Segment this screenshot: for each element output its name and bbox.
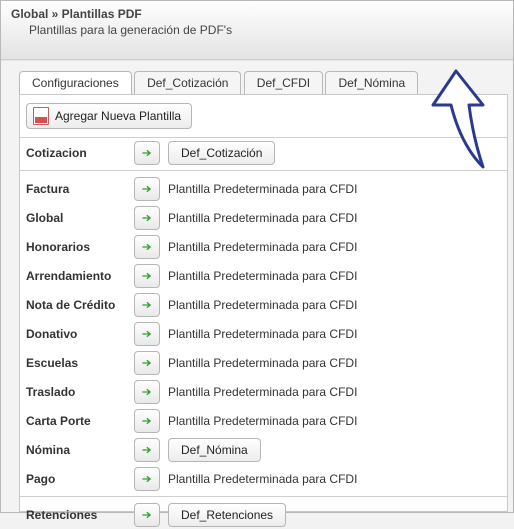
arrow-right-icon <box>140 385 154 399</box>
go-button-retenciones[interactable] <box>134 503 160 527</box>
go-button-pago[interactable] <box>134 467 160 491</box>
go-button-donativo[interactable] <box>134 322 160 346</box>
row-donativo: Donativo Plantilla Predeterminada para C… <box>20 319 507 348</box>
row-label: Cotizacion <box>26 146 126 160</box>
row-cotizacion: Cotizacion Def_Cotización <box>20 138 507 167</box>
row-nota-credito: Nota de Crédito Plantilla Predeterminada… <box>20 290 507 319</box>
template-value: Plantilla Predeterminada para CFDI <box>168 327 357 341</box>
arrow-right-icon <box>140 146 154 160</box>
app-window: Global » Plantillas PDF Plantillas para … <box>0 0 514 513</box>
tab-def-cotizacion[interactable]: Def_Cotización <box>134 71 241 94</box>
arrow-right-icon <box>140 327 154 341</box>
pdf-icon <box>33 107 49 125</box>
tab-configuraciones[interactable]: Configuraciones <box>19 71 132 94</box>
add-template-label: Agregar Nueva Plantilla <box>55 109 181 123</box>
template-value: Plantilla Predeterminada para CFDI <box>168 414 357 428</box>
template-value: Def_Nómina <box>181 443 248 457</box>
row-label: Global <box>26 211 126 225</box>
arrow-right-icon <box>140 298 154 312</box>
row-label: Honorarios <box>26 240 126 254</box>
go-button-cotizacion[interactable] <box>134 141 160 165</box>
arrow-right-icon <box>140 414 154 428</box>
template-value: Def_Cotización <box>181 146 262 160</box>
template-value: Plantilla Predeterminada para CFDI <box>168 298 357 312</box>
row-global: Global Plantilla Predeterminada para CFD… <box>20 203 507 232</box>
go-button-carta-porte[interactable] <box>134 409 160 433</box>
tab-def-cfdi[interactable]: Def_CFDI <box>244 71 323 94</box>
config-panel: Agregar Nueva Plantilla Cotizacion Def_C… <box>19 94 508 512</box>
go-button-honorarios[interactable] <box>134 235 160 259</box>
template-button-cotizacion[interactable]: Def_Cotización <box>168 141 275 165</box>
go-button-factura[interactable] <box>134 177 160 201</box>
tab-def-nomina[interactable]: Def_Nómina <box>325 71 418 94</box>
row-label: Pago <box>26 472 126 486</box>
row-label: Traslado <box>26 385 126 399</box>
arrow-right-icon <box>140 269 154 283</box>
template-value: Def_Retenciones <box>181 508 273 522</box>
row-traslado: Traslado Plantilla Predeterminada para C… <box>20 377 507 406</box>
row-escuelas: Escuelas Plantilla Predeterminada para C… <box>20 348 507 377</box>
row-label: Escuelas <box>26 356 126 370</box>
template-value: Plantilla Predeterminada para CFDI <box>168 240 357 254</box>
row-pago: Pago Plantilla Predeterminada para CFDI <box>20 464 507 493</box>
header: Global » Plantillas PDF Plantillas para … <box>1 1 513 60</box>
arrow-right-icon <box>140 443 154 457</box>
template-value: Plantilla Predeterminada para CFDI <box>168 385 357 399</box>
template-value: Plantilla Predeterminada para CFDI <box>168 472 357 486</box>
go-button-escuelas[interactable] <box>134 351 160 375</box>
arrow-right-icon <box>140 356 154 370</box>
template-value: Plantilla Predeterminada para CFDI <box>168 211 357 225</box>
template-value: Plantilla Predeterminada para CFDI <box>168 182 357 196</box>
arrow-right-icon <box>140 182 154 196</box>
row-label: Factura <box>26 182 126 196</box>
tab-bar: Configuraciones Def_Cotización Def_CFDI … <box>19 70 513 94</box>
row-nomina: Nómina Def_Nómina <box>20 435 507 464</box>
row-factura: Factura Plantilla Predeterminada para CF… <box>20 170 507 203</box>
go-button-nota-credito[interactable] <box>134 293 160 317</box>
rows-container: Cotizacion Def_Cotización Factura Planti… <box>20 137 507 529</box>
breadcrumb: Global » Plantillas PDF <box>11 7 503 21</box>
row-label: Donativo <box>26 327 126 341</box>
add-template-button[interactable]: Agregar Nueva Plantilla <box>26 103 192 129</box>
arrow-right-icon <box>140 508 154 522</box>
row-label: Nómina <box>26 443 126 457</box>
row-label: Nota de Crédito <box>26 298 126 312</box>
template-button-retenciones[interactable]: Def_Retenciones <box>168 503 286 527</box>
row-carta-porte: Carta Porte Plantilla Predeterminada par… <box>20 406 507 435</box>
go-button-global[interactable] <box>134 206 160 230</box>
arrow-right-icon <box>140 472 154 486</box>
row-honorarios: Honorarios Plantilla Predeterminada para… <box>20 232 507 261</box>
arrow-right-icon <box>140 211 154 225</box>
go-button-arrendamiento[interactable] <box>134 264 160 288</box>
template-value: Plantilla Predeterminada para CFDI <box>168 356 357 370</box>
template-value: Plantilla Predeterminada para CFDI <box>168 269 357 283</box>
row-label: Carta Porte <box>26 414 126 428</box>
go-button-traslado[interactable] <box>134 380 160 404</box>
row-label: Retenciones <box>26 508 126 522</box>
arrow-right-icon <box>140 240 154 254</box>
row-arrendamiento: Arrendamiento Plantilla Predeterminada p… <box>20 261 507 290</box>
row-label: Arrendamiento <box>26 269 126 283</box>
go-button-nomina[interactable] <box>134 438 160 462</box>
page-subtitle: Plantillas para la generación de PDF's <box>11 21 503 37</box>
template-button-nomina[interactable]: Def_Nómina <box>168 438 261 462</box>
